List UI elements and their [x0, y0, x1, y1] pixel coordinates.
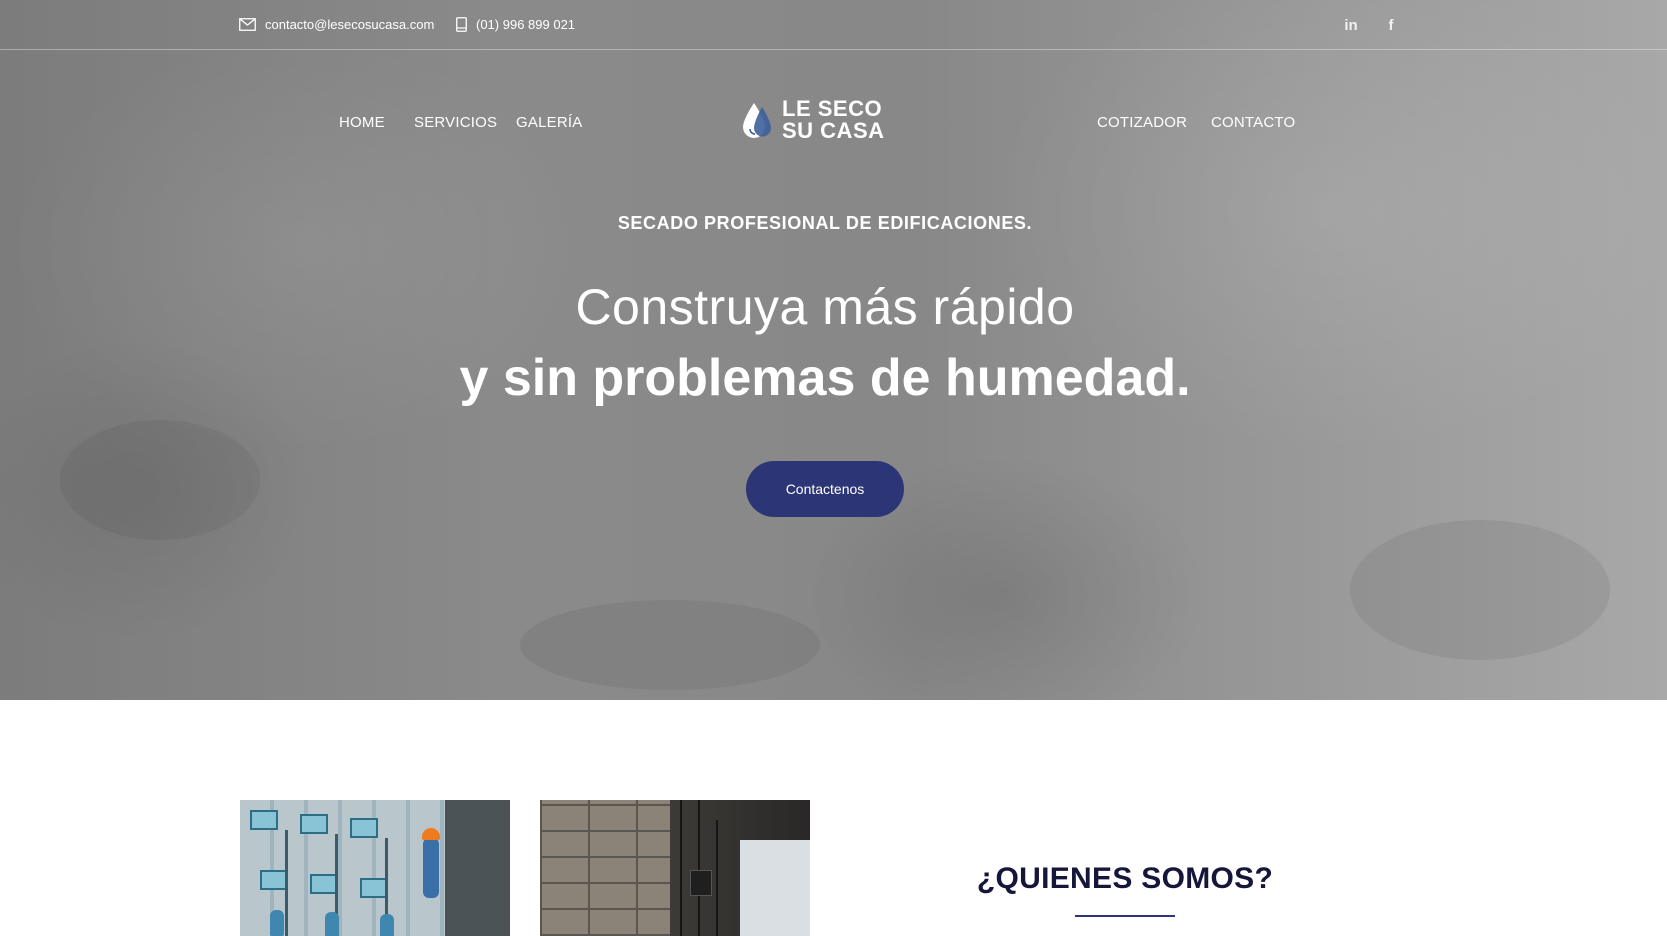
logo-line-2: SU CASA: [782, 118, 885, 143]
tank-shape: [325, 912, 339, 936]
about-photo-wall: [540, 800, 810, 936]
tank-shape: [380, 914, 394, 936]
hero-tagline: SECADO PROFESIONAL DE EDIFICACIONES.: [617, 213, 1033, 233]
meter-shape: [350, 818, 378, 838]
facebook-icon[interactable]: f: [1380, 14, 1402, 36]
about-photo-meters: [240, 800, 510, 936]
email-text: contacto@lesecosucasa.com: [265, 17, 435, 32]
wall-texture: [520, 600, 820, 690]
phone-contact[interactable]: (01) 996 899 021: [456, 17, 575, 32]
nav-contacto[interactable]: CONTACTO: [1211, 114, 1295, 131]
cable-shape: [680, 800, 682, 936]
hero-section: contacto@lesecosucasa.com (01) 996 899 0…: [0, 0, 1667, 700]
phone-icon: [456, 17, 467, 32]
linkedin-icon[interactable]: in: [1340, 14, 1362, 36]
photo-shadow: [445, 800, 510, 936]
about-title: ¿QUIENES SOMOS?: [976, 862, 1274, 895]
meter-shape: [260, 870, 288, 890]
nav-cotizador[interactable]: COTIZADOR: [1097, 114, 1187, 131]
logo[interactable]: LE SECO SU CASA: [740, 98, 885, 142]
nav-galeria[interactable]: GALERÍA: [516, 114, 582, 131]
tank-shape: [270, 910, 284, 936]
window-shape: [740, 840, 810, 936]
wall-texture: [60, 420, 260, 540]
hero-headline-line-1: Construya más rápido: [575, 279, 1075, 335]
meter-shape: [300, 814, 328, 834]
top-bar: contacto@lesecosucasa.com (01) 996 899 0…: [0, 0, 1667, 50]
device-box: [690, 870, 712, 896]
logo-line-1: LE SECO: [782, 96, 883, 121]
logo-text: LE SECO SU CASA: [782, 98, 885, 142]
pipe-shape: [285, 830, 288, 936]
meter-shape: [360, 878, 388, 898]
contact-us-button[interactable]: Contactenos: [746, 461, 904, 517]
hero-headline-line-2: y sin problemas de humedad.: [459, 349, 1191, 407]
wall-texture: [1350, 520, 1610, 660]
helmet-shape: [422, 828, 440, 840]
meter-shape: [310, 874, 338, 894]
phone-text: (01) 996 899 021: [476, 17, 576, 32]
meter-shape: [250, 810, 278, 830]
water-drop-icon: [743, 103, 771, 138]
cable-shape: [698, 800, 700, 936]
nav-home[interactable]: HOME: [339, 114, 385, 131]
worker-figure: [423, 838, 439, 898]
mail-icon: [239, 18, 256, 31]
cable-shape: [716, 820, 718, 936]
nav-servicios[interactable]: SERVICIOS: [414, 114, 497, 131]
title-underline: [1075, 915, 1175, 917]
email-contact[interactable]: contacto@lesecosucasa.com: [239, 17, 434, 32]
linkedin-glyph: in: [1344, 16, 1358, 34]
facebook-glyph: f: [1388, 16, 1394, 34]
